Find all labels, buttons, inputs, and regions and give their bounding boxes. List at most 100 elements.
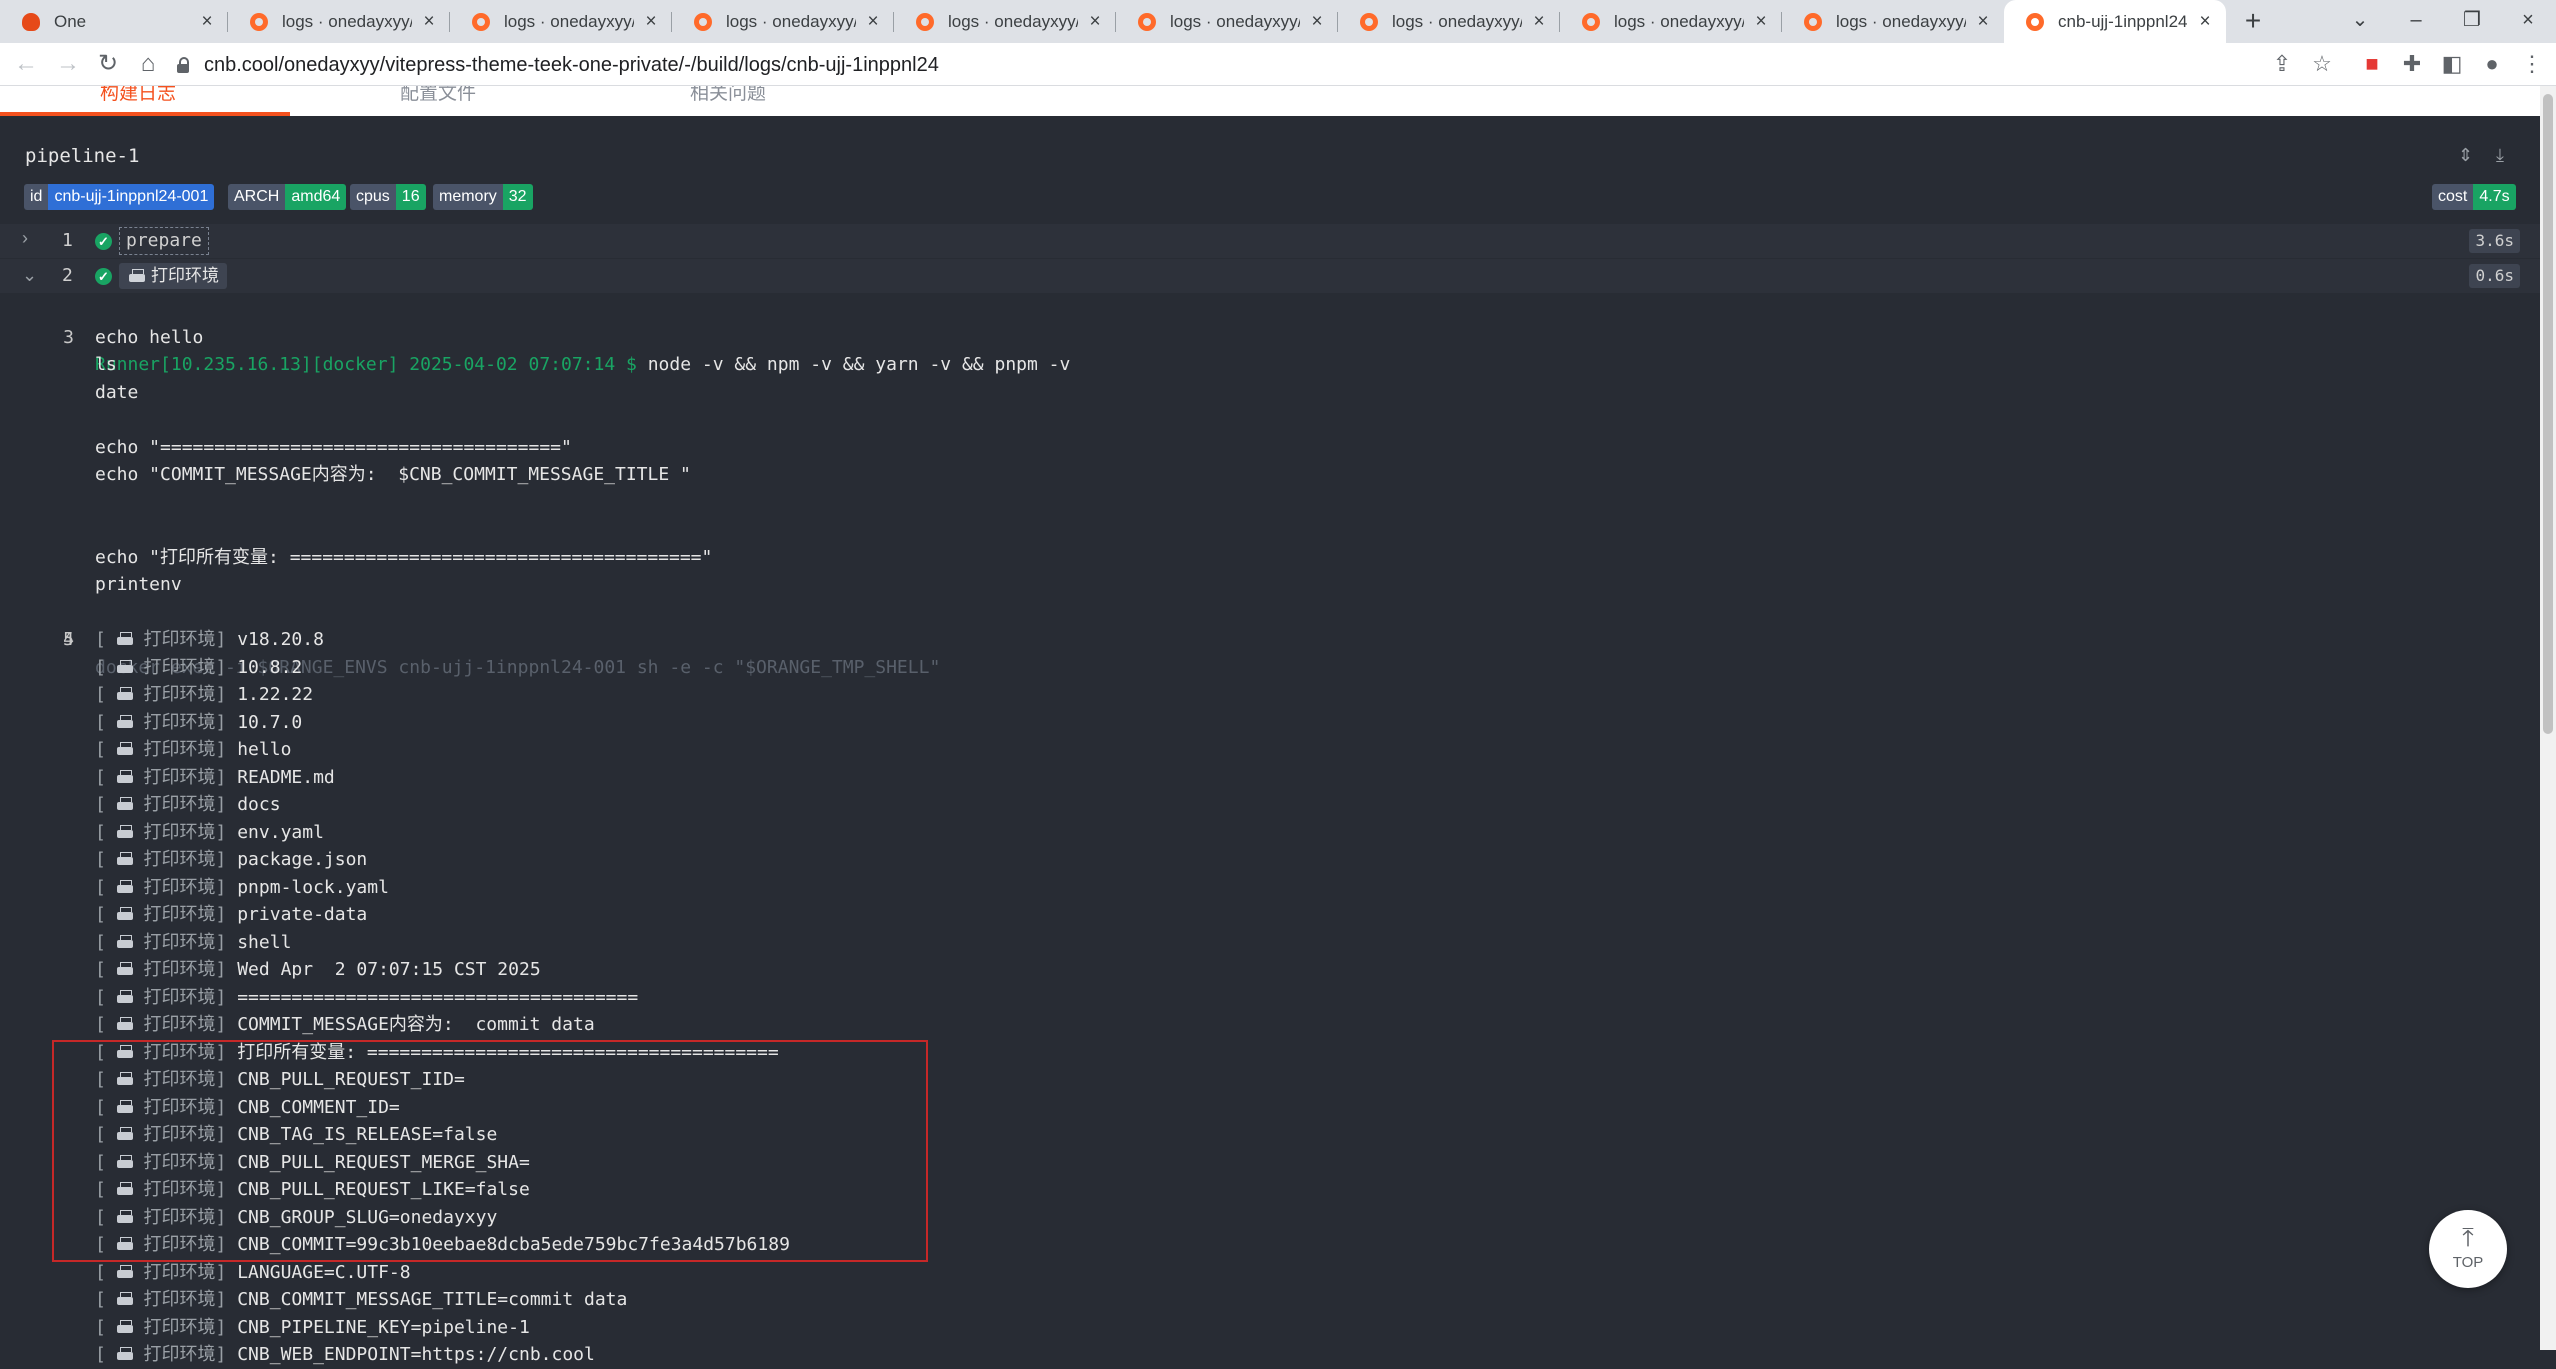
share-icon[interactable]: ⇪: [2266, 48, 2298, 80]
back-to-top-button[interactable]: ⤒ TOP: [2429, 1210, 2507, 1288]
printer-icon: [116, 687, 133, 701]
log-output-text: hello: [237, 739, 292, 760]
close-tab-icon[interactable]: ×: [640, 11, 662, 33]
close-tab-icon[interactable]: ×: [196, 11, 218, 33]
browser-tab[interactable]: logs · onedayxyy/vi ×: [1560, 0, 1782, 43]
log-line: [ 打印环境] COMMIT_MESSAGE内容为: commit data: [0, 1011, 2540, 1039]
browser-tab[interactable]: logs · onedayxyy/vi ×: [1338, 0, 1560, 43]
log-line: 5[ 打印环境] v18.20.8: [63, 629, 324, 650]
log-line: 4 docker exec -i $ORANGE_ENVS cnb-ujj-1i…: [0, 599, 2540, 678]
url-text: cnb.cool/onedayxyy/vitepress-theme-teek-…: [204, 53, 939, 76]
printer-icon: [116, 879, 133, 894]
cnb-logo-icon: [1582, 12, 1600, 31]
address-bar: ← → ↻ ⌂ cnb.cool/onedayxyy/vitepress-the…: [0, 43, 2556, 86]
new-tab-button[interactable]: +: [2236, 4, 2270, 38]
browser-tab[interactable]: logs · onedayxyy/vi ×: [228, 0, 450, 43]
close-tab-icon[interactable]: ×: [2194, 11, 2216, 33]
tag-memory: memory 32: [433, 184, 533, 210]
close-tab-icon[interactable]: ×: [1306, 11, 1328, 33]
download-icon[interactable]: ⤓: [2496, 145, 2504, 166]
log-line: [ 打印环境] README.md: [0, 764, 2540, 792]
extension-red-icon[interactable]: ■: [2356, 48, 2388, 80]
cnb-logo-icon: [250, 12, 268, 31]
restore-icon[interactable]: ❐: [2442, 0, 2502, 43]
tag-value: cnb-ujj-1inppnl24-001: [48, 184, 215, 210]
stage-name: prepare: [119, 227, 209, 255]
tab-title: logs · onedayxyy/vi: [504, 11, 634, 31]
tag-arch: ARCH amd64: [228, 184, 347, 210]
browser-tab[interactable]: logs · onedayxyy/vi ×: [672, 0, 894, 43]
browser-tab[interactable]: logs · onedayxyy/vi ×: [894, 0, 1116, 43]
stage-row-prepare[interactable]: › 1 ✓ prepare 3.6s: [0, 224, 2540, 258]
printer-icon: [116, 632, 133, 646]
log-line: echo "COMMIT_MESSAGE内容为: $CNB_COMMIT_MES…: [95, 464, 691, 485]
close-tab-icon[interactable]: ×: [1750, 11, 1772, 33]
chevron-down-icon[interactable]: ⌄: [22, 265, 37, 286]
log-output-text: env.yaml: [237, 821, 324, 843]
stage-prefix: [ 打印环境]: [95, 794, 238, 815]
stage-prefix: [ 打印环境]: [95, 1014, 238, 1035]
log-output-text: CNB_PIPELINE_KEY=pipeline-1: [237, 1316, 530, 1338]
bookmark-star-icon[interactable]: ☆: [2306, 48, 2338, 80]
stage-prefix: [ 打印环境]: [95, 876, 238, 898]
log-line: [ 打印环境] shell: [0, 929, 2540, 957]
back-arrow-icon[interactable]: ←: [10, 48, 42, 80]
cnb-logo-icon: [472, 12, 490, 31]
log-output-text: LANGUAGE=C.UTF-8: [237, 1261, 411, 1283]
log-line: [ 打印环境] LANGUAGE=C.UTF-8: [0, 1259, 2540, 1287]
close-tab-icon[interactable]: ×: [1528, 11, 1550, 33]
log-line: date: [95, 381, 139, 403]
forward-arrow-icon[interactable]: →: [52, 48, 84, 80]
reload-icon[interactable]: ↻: [92, 48, 124, 80]
browser-tab[interactable]: logs · onedayxyy/vi ×: [1116, 0, 1338, 43]
tag-value: 16: [395, 184, 426, 210]
chevron-right-icon[interactable]: ›: [22, 228, 28, 249]
log-line: [ 打印环境] CNB_PIPELINE_KEY=pipeline-1: [0, 1314, 2540, 1342]
stage-prefix: [ 打印环境]: [95, 1261, 238, 1283]
log-output-text: COMMIT_MESSAGE内容为: commit data: [237, 1014, 595, 1035]
printer-icon: [116, 769, 133, 784]
close-tab-icon[interactable]: ×: [418, 11, 440, 33]
printer-icon: [116, 962, 133, 976]
browser-tab[interactable]: logs · onedayxyy/vi ×: [450, 0, 672, 43]
tab-config-file[interactable]: 配置文件: [400, 86, 476, 105]
close-tab-icon[interactable]: ×: [862, 11, 884, 33]
url-field[interactable]: cnb.cool/onedayxyy/vitepress-theme-teek-…: [176, 50, 2326, 80]
menu-kebab-icon[interactable]: ⋮: [2516, 48, 2548, 80]
close-tab-icon[interactable]: ×: [1084, 11, 1106, 33]
extensions-puzzle-icon[interactable]: ✚: [2396, 48, 2428, 80]
scrollbar-thumb[interactable]: [2543, 94, 2553, 734]
stage-prefix: [ 打印环境]: [95, 1344, 238, 1365]
home-icon[interactable]: ⌂: [132, 48, 164, 80]
log-output-text: CNB_COMMIT_MESSAGE_TITLE=commit data: [237, 1289, 628, 1310]
browser-tab-active[interactable]: cnb-ujj-1inppnl24 · ×: [2004, 0, 2226, 43]
tag-key: ARCH: [228, 184, 286, 210]
log-line: echo "==================================…: [95, 436, 572, 458]
log-output-text: private-data: [237, 904, 368, 925]
log-output-text: =====================================: [237, 986, 639, 1008]
browser-tab[interactable]: logs · onedayxyy/vi ×: [1782, 0, 2004, 43]
tag-key: memory: [433, 184, 503, 210]
profile-avatar-icon[interactable]: ●: [2476, 48, 2508, 80]
stage-prefix: [ 打印环境]: [95, 821, 238, 843]
side-panel-icon[interactable]: ◧: [2436, 48, 2468, 80]
browser-tab[interactable]: One ×: [0, 0, 228, 43]
collapse-all-icon[interactable]: ⇕: [2458, 145, 2473, 166]
minimize-icon[interactable]: –: [2386, 0, 2446, 43]
printer-icon: [116, 907, 133, 921]
tag-key: id: [24, 184, 49, 210]
stage-row-print-env[interactable]: ⌄ 2 ✓ 打印环境 0.6s: [0, 259, 2540, 293]
tab-build-logs[interactable]: 构建日志: [100, 86, 176, 105]
stage-duration: 3.6s: [2469, 229, 2520, 253]
log-line: echo hello: [95, 326, 204, 348]
stage-prefix: [ 打印环境]: [95, 904, 238, 925]
cnb-logo-icon: [2026, 12, 2044, 31]
tab-title: logs · onedayxyy/vi: [282, 11, 412, 31]
tab-search-icon[interactable]: ⌄: [2330, 0, 2390, 43]
close-tab-icon[interactable]: ×: [1972, 11, 1994, 33]
stage-prefix: [ 打印环境]: [95, 711, 238, 733]
printer-icon: [116, 659, 133, 674]
window-close-icon[interactable]: ×: [2498, 0, 2556, 43]
page-scrollbar[interactable]: [2540, 86, 2556, 1350]
tab-related-issues[interactable]: 相关问题: [690, 86, 766, 105]
